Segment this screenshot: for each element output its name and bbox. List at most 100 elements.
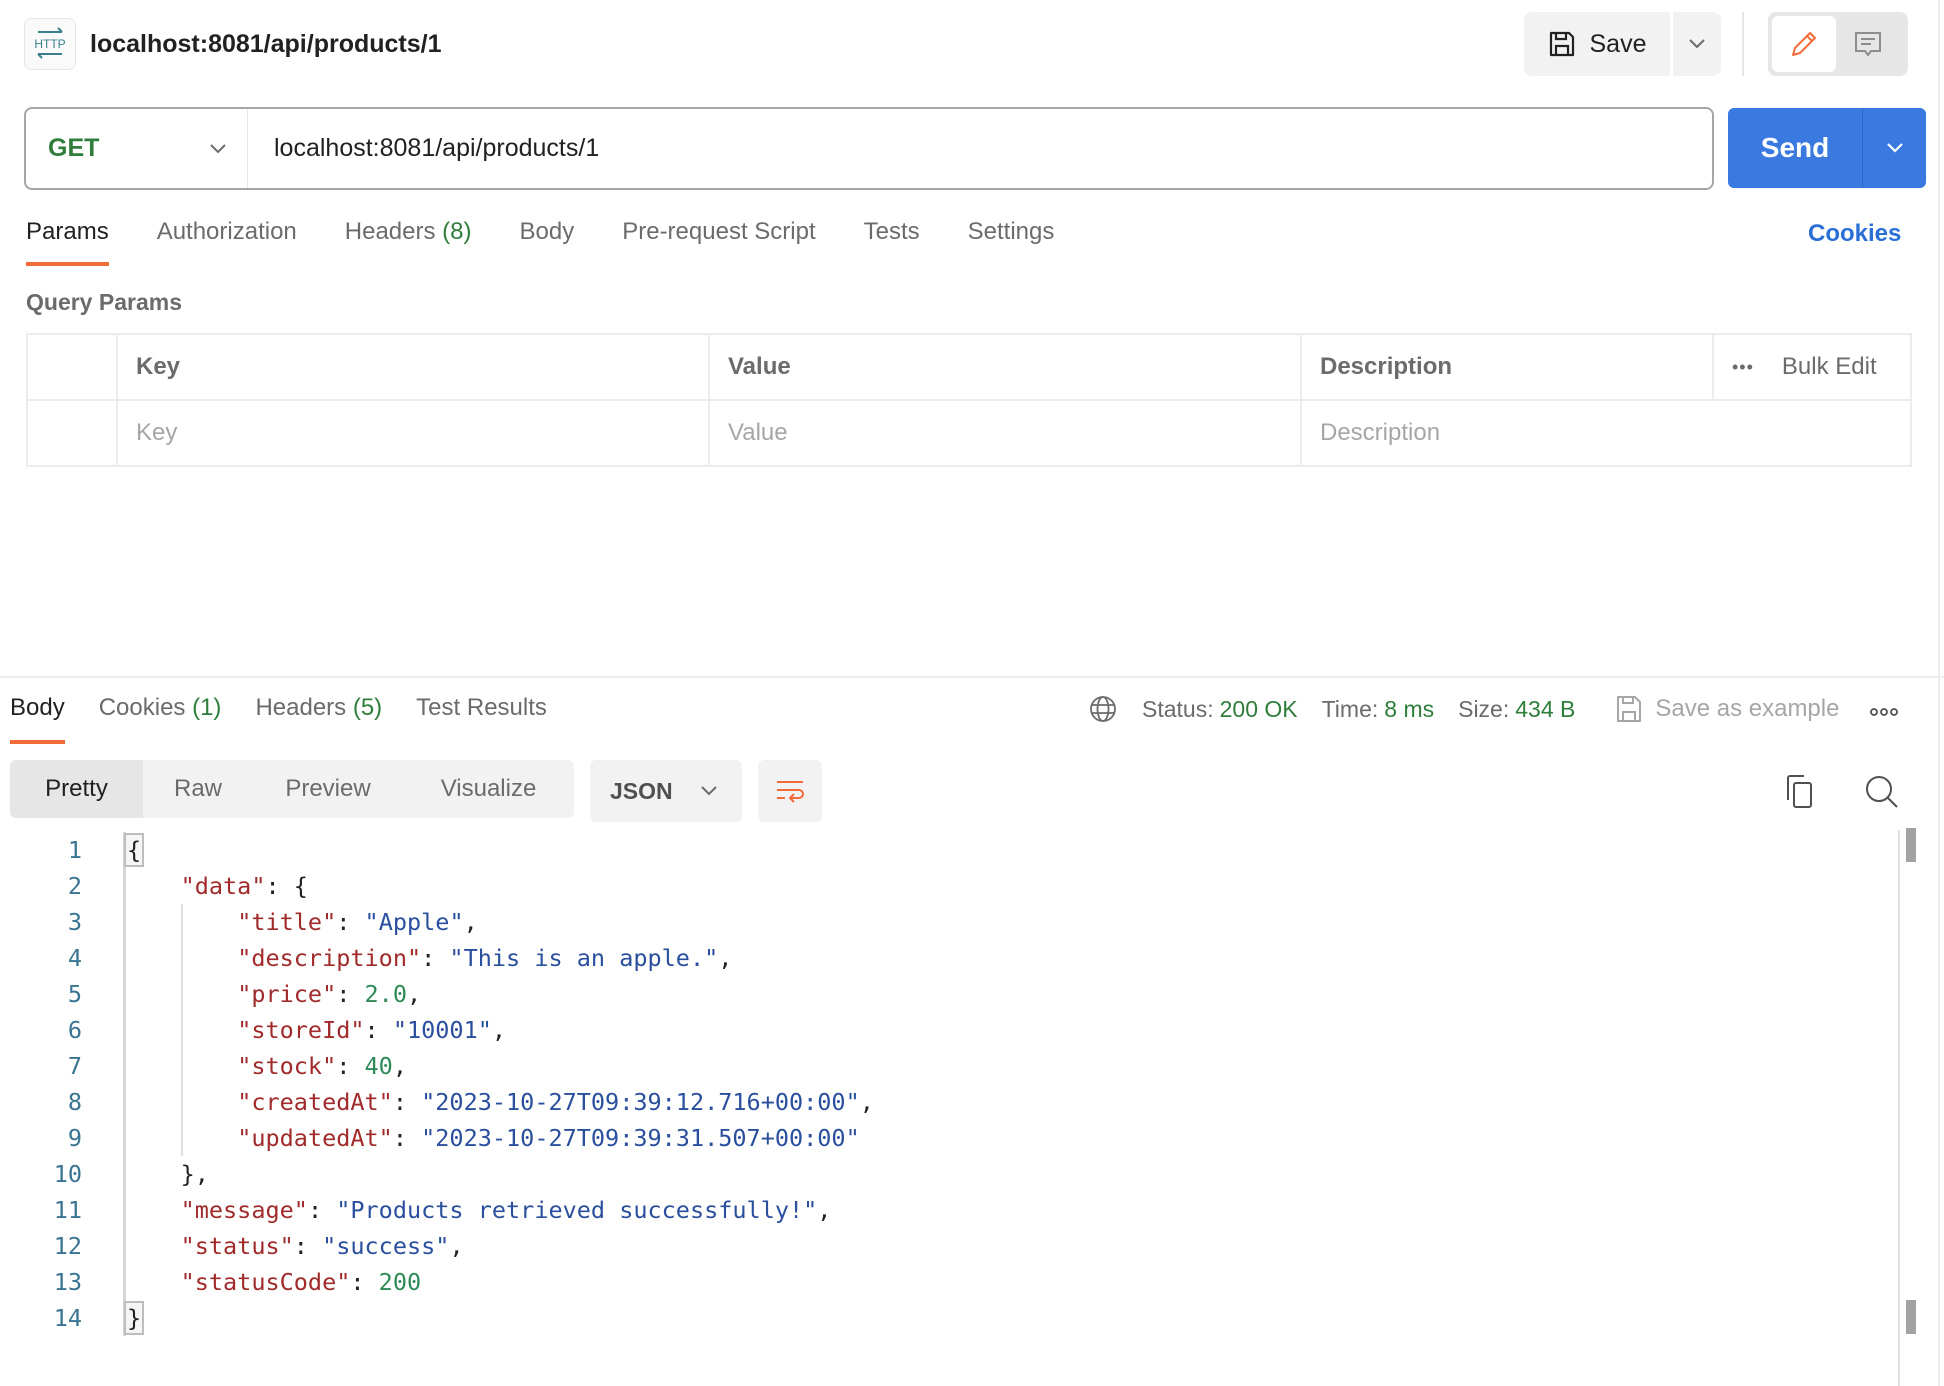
description-column-header: Description [1300,333,1714,401]
json-value-status: success [336,1232,436,1260]
json-value-updatedat: 2023-10-27T09:39:31.507+00:00 [435,1124,846,1152]
comment-icon [1855,32,1881,56]
table-row: Key Value Description [26,399,1912,467]
save-as-example-button[interactable]: Save as example [1615,694,1839,724]
brace-match: } [124,1301,145,1335]
code-line: 5 "price": 2.0, [0,976,1896,1012]
row-checkbox-cell [26,399,118,467]
scrollbar-marker-top[interactable] [1906,828,1916,862]
tab-count: (8) [442,218,472,245]
window-edge [1938,0,1940,1386]
view-mode-toggle [1768,12,1908,76]
save-options-button[interactable] [1673,12,1721,76]
code-line: 4 "description": "This is an apple.", [0,940,1896,976]
line-number: 5 [67,980,82,1008]
chevron-down-icon [701,786,717,796]
editor-scrollbar-track[interactable] [1898,830,1900,1386]
json-value-statuscode: 200 [378,1268,422,1296]
copy-button[interactable] [1782,772,1818,812]
save-icon [1549,31,1574,57]
status-value[interactable]: 200 OK [1220,696,1298,723]
tab-label: Cookies [98,694,186,721]
method-select[interactable]: GET [26,109,248,188]
response-body-editor[interactable]: 1{ 2 "data": { 3 "title": "Apple", 4 "de… [0,832,1896,1336]
line-number: 9 [67,1124,82,1152]
tab-body[interactable]: Body [520,218,575,266]
tab-count: (1) [192,694,222,721]
size-label: Size: [1458,695,1510,722]
status-label: Status: [1142,695,1214,722]
format-label: JSON [610,777,673,804]
more-options-icon[interactable] [1869,696,1899,723]
view-pretty[interactable]: Pretty [10,760,143,818]
comments-mode-button[interactable] [1836,16,1900,72]
tab-response-headers[interactable]: Headers (5) [255,694,382,744]
response-tabs: Body Cookies (1) Headers (5) Test Result… [10,694,581,744]
code-line: 8 "createdAt": "2023-10-27T09:39:12.716+… [0,1084,1896,1120]
line-number: 2 [67,872,82,900]
view-visualize[interactable]: Visualize [403,760,574,818]
code-line: 6 "storeId": "10001", [0,1012,1896,1048]
json-value-stock: 40 [364,1052,393,1080]
view-raw[interactable]: Raw [143,760,253,818]
checkbox-column-header [26,333,118,401]
tab-authorization[interactable]: Authorization [157,218,297,266]
cookies-link[interactable]: Cookies [1808,220,1901,248]
chevron-down-icon [1886,143,1903,153]
pane-divider[interactable] [0,676,1944,678]
value-input[interactable]: Value [708,399,1302,467]
globe-icon[interactable] [1088,694,1118,724]
scrollbar-marker-bottom[interactable] [1906,1300,1916,1334]
view-preview[interactable]: Preview [253,760,403,818]
search-icon [1866,776,1898,808]
tab-params[interactable]: Params [26,218,109,266]
code-line: 11 "message": "Products retrieved succes… [0,1192,1896,1228]
description-input[interactable]: Description [1300,399,1912,467]
line-number: 1 [67,836,82,864]
url-input[interactable] [248,134,1712,163]
send-button[interactable]: Send [1728,108,1862,188]
format-select[interactable]: JSON [590,760,742,822]
key-input[interactable]: Key [116,399,710,467]
wrap-lines-button[interactable] [758,760,822,822]
save-label: Save [1589,29,1647,58]
tab-label: Headers [344,218,436,245]
tab-response-cookies[interactable]: Cookies (1) [99,694,222,744]
more-options-icon[interactable]: ••• [1732,357,1754,378]
tab-headers[interactable]: Headers (8) [345,218,472,266]
time-value[interactable]: 8 ms [1384,696,1434,723]
chevron-down-icon [1689,39,1705,49]
table-actions-cell: ••• Bulk Edit [1712,333,1912,401]
tab-response-body[interactable]: Body [10,694,65,744]
response-status-bar: Status: 200 OK Time: 8 ms Size: 434 B Save … [1088,694,1899,724]
tab-label: Authorization [156,218,297,245]
tab-test-results[interactable]: Test Results [416,694,547,744]
wrap-lines-icon [777,781,804,803]
tab-pre-request-script[interactable]: Pre-request Script [622,218,815,266]
code-line: 12 "status": "success", [0,1228,1896,1264]
line-number: 7 [67,1052,82,1080]
tab-settings[interactable]: Settings [968,218,1055,266]
time-label: Time: [1321,695,1379,722]
tab-tests[interactable]: Tests [864,218,920,266]
request-tabs: Params Authorization Headers (8) Body Pr… [26,218,1102,266]
line-number: 6 [67,1016,82,1044]
svg-text:HTTP: HTTP [34,37,65,51]
tab-label: Body [10,694,65,721]
save-button[interactable]: Save [1524,12,1670,76]
code-line: 1{ [0,832,1896,868]
tab-label: Pre-request Script [622,218,816,245]
search-button[interactable] [1862,772,1902,812]
size-value[interactable]: 434 B [1515,696,1575,723]
edit-mode-button[interactable] [1772,16,1836,72]
request-title[interactable]: localhost:8081/api/products/1 [90,26,442,62]
json-value-title: Apple [378,908,450,936]
send-options-button[interactable] [1862,108,1926,188]
json-value-storeid: 10001 [406,1016,478,1044]
tab-label: Tests [863,218,920,245]
header-divider [1742,12,1744,76]
pencil-icon [1792,32,1816,56]
code-line: 9 "updatedAt": "2023-10-27T09:39:31.507+… [0,1120,1896,1156]
bulk-edit-button[interactable]: Bulk Edit [1782,353,1877,381]
send-button-group: Send [1728,108,1926,188]
